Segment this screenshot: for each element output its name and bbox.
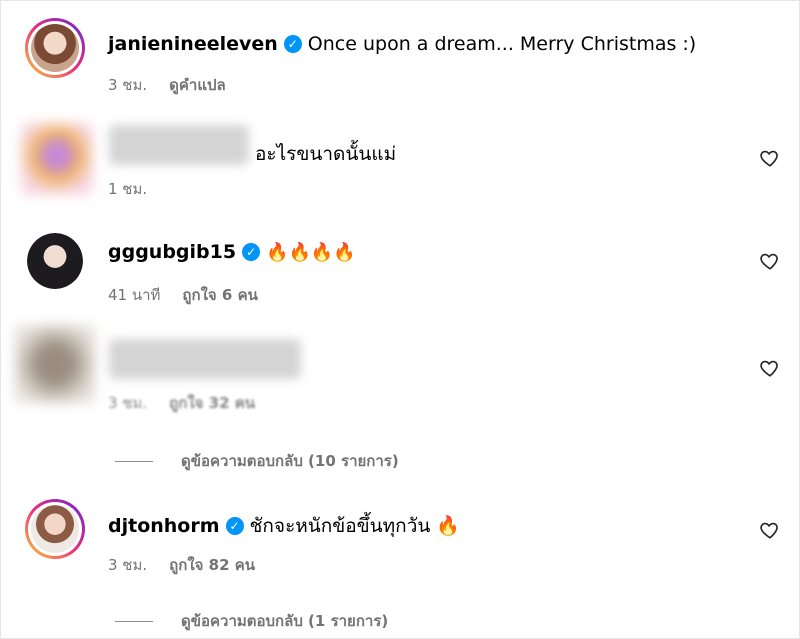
comment-username-redacted bbox=[109, 339, 301, 379]
comment-username-redacted bbox=[109, 125, 249, 165]
verified-badge-icon: ✓ bbox=[283, 35, 302, 53]
comment-text: ชักจะหนักข้อขึ้นทุกวัน 🔥 bbox=[249, 515, 461, 537]
view-replies-label: ดูข้อความตอบกลับ (1 รายการ) bbox=[181, 612, 389, 630]
comments-panel: janienineeleven ✓ Once upon a dream... M… bbox=[0, 0, 800, 639]
likes-count[interactable]: ถูกใจ 82 คน bbox=[169, 553, 255, 577]
heart-outline-icon[interactable] bbox=[759, 147, 781, 169]
avatar[interactable] bbox=[25, 499, 85, 559]
comment-time: 3 ชม. bbox=[108, 556, 148, 574]
view-replies-button[interactable]: ดูข้อความตอบกลับ (10 รายการ) bbox=[115, 449, 399, 473]
comment-item: djtonhorm ✓ ชักจะหนักข้อขึ้นทุกวัน 🔥 3 ช… bbox=[1, 491, 799, 638]
comment-item: gggubgib15 ✓ 🔥🔥🔥🔥 41 นาที ถูกใจ 6 คน bbox=[1, 221, 799, 321]
comment-username[interactable]: djtonhorm bbox=[108, 515, 220, 537]
avatar[interactable] bbox=[21, 123, 93, 195]
replies-divider bbox=[115, 620, 153, 622]
see-translation-link[interactable]: ดูคำแปล bbox=[169, 73, 226, 97]
comment-username[interactable]: gggubgib15 bbox=[108, 241, 236, 263]
heart-outline-icon[interactable] bbox=[759, 357, 781, 379]
verified-badge-icon: ✓ bbox=[225, 517, 244, 535]
view-replies-button[interactable]: ดูข้อความตอบกลับ (1 รายการ) bbox=[115, 609, 388, 633]
heart-outline-icon[interactable] bbox=[759, 519, 781, 541]
view-replies-label: ดูข้อความตอบกลับ (10 รายการ) bbox=[181, 452, 399, 470]
likes-count[interactable]: ถูกใจ 6 คน bbox=[182, 283, 257, 307]
verified-badge-icon: ✓ bbox=[242, 243, 261, 261]
comment-item: 3 ชม. ถูกใจ 32 คน ดูข้อความตอบกลับ (10 ร… bbox=[1, 321, 799, 481]
heart-outline-icon[interactable] bbox=[759, 250, 781, 272]
comment-time: 41 นาที bbox=[108, 286, 161, 304]
avatar[interactable] bbox=[15, 325, 95, 403]
comment-caption: janienineeleven ✓ Once upon a dream... M… bbox=[1, 1, 799, 111]
replies-divider bbox=[115, 460, 153, 462]
comment-time: 3 ชม. bbox=[108, 394, 148, 412]
avatar[interactable] bbox=[27, 233, 83, 289]
comment-time: 3 ชม. bbox=[108, 76, 148, 94]
comment-text: 🔥🔥🔥🔥 bbox=[266, 241, 356, 263]
comment-time: 1 ชม. bbox=[108, 180, 148, 198]
comment-item: อะไรขนาดนั้นแม่ 1 ชม. bbox=[1, 111, 799, 211]
avatar[interactable] bbox=[25, 18, 85, 78]
likes-count[interactable]: ถูกใจ 32 คน bbox=[169, 391, 255, 415]
comment-username[interactable]: janienineeleven bbox=[108, 33, 278, 55]
comment-text: Once upon a dream... Merry Christmas :) bbox=[307, 33, 697, 55]
comment-text: อะไรขนาดนั้นแม่ bbox=[255, 143, 397, 165]
